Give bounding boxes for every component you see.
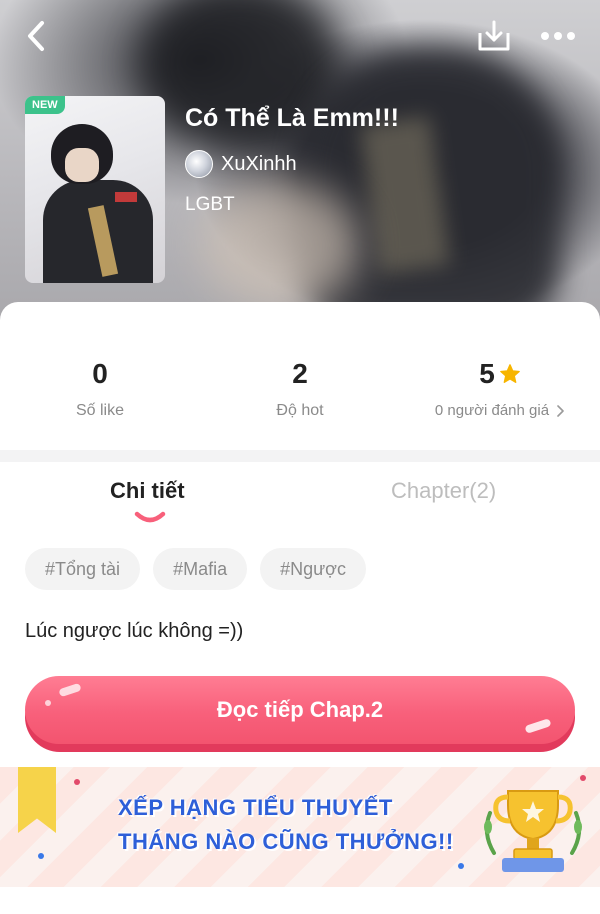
- promo-line-1: XẾP HẠNG TIỂU THUYẾT: [118, 795, 393, 820]
- star-icon: [499, 364, 520, 383]
- button-gloss: [58, 682, 82, 698]
- continue-reading-label: Đọc tiếp Chap.2: [216, 697, 384, 722]
- confetti-decoration: [458, 863, 464, 869]
- stat-rating[interactable]: 5 0 người đánh giá: [380, 358, 600, 420]
- promo-line-2: THÁNG NÀO CŨNG THƯỞNG!!: [118, 829, 454, 854]
- bookmark-ribbon-icon: [18, 767, 56, 833]
- stat-hot: 2 Độ hot: [200, 358, 400, 420]
- tab-details[interactable]: Chi tiết: [110, 478, 185, 504]
- active-tab-indicator: [134, 511, 166, 523]
- hot-label: Độ hot: [276, 402, 324, 419]
- confetti-decoration: [580, 775, 586, 781]
- stat-likes: 0 Số like: [0, 358, 200, 420]
- story-header: NEW Có Thể Là Emm!!! XuXinhh LGBT: [0, 0, 600, 330]
- cover-figure: [115, 192, 137, 202]
- likes-value: 0: [92, 358, 108, 389]
- download-icon: [478, 20, 510, 51]
- tag-chip[interactable]: #Ngược: [260, 548, 366, 590]
- story-title: Có Thể Là Emm!!!: [185, 104, 399, 132]
- confetti-decoration: [74, 779, 80, 785]
- rating-label-row: 0 người đánh giá: [435, 402, 565, 419]
- rating-value-row: 5: [479, 358, 521, 390]
- chevron-left-icon: [28, 21, 44, 51]
- tag-chip[interactable]: #Mafia: [153, 548, 248, 590]
- tag-chip[interactable]: #Tổng tài: [25, 548, 141, 590]
- chevron-right-icon: [557, 404, 564, 417]
- promo-text: XẾP HẠNG TIỂU THUYẾT THÁNG NÀO CŨNG THƯỞ…: [118, 791, 454, 859]
- tab-chapters[interactable]: Chapter(2): [391, 478, 496, 504]
- back-button[interactable]: [16, 18, 56, 54]
- likes-label: Số like: [75, 402, 125, 419]
- button-gloss: [524, 718, 552, 734]
- rating-label: 0 người đánh giá: [434, 402, 550, 419]
- story-description: Lúc ngược lúc không =)): [25, 620, 244, 642]
- cover-figure: [65, 148, 99, 182]
- author-name: XuXinhh: [221, 152, 297, 175]
- story-cover: [25, 96, 165, 283]
- section-divider: [0, 450, 600, 462]
- confetti-decoration: [38, 853, 44, 859]
- genre-label[interactable]: LGBT: [185, 194, 235, 216]
- stats-card: 0 Số like 2 Độ hot 5 0 người đánh giá: [0, 302, 600, 452]
- hot-value: 2: [292, 358, 308, 389]
- avatar: [185, 150, 213, 178]
- rating-value: 5: [479, 358, 495, 389]
- continue-reading-button[interactable]: Đọc tiếp Chap.2: [25, 676, 575, 744]
- tag-list: #Tổng tài #Mafia #Ngược: [25, 548, 366, 590]
- new-badge: NEW: [25, 96, 65, 114]
- trophy-icon: [484, 790, 582, 872]
- promo-banner[interactable]: XẾP HẠNG TIỂU THUYẾT THÁNG NÀO CŨNG THƯỞ…: [0, 767, 600, 887]
- author-link[interactable]: XuXinhh: [185, 150, 297, 178]
- download-button[interactable]: [474, 18, 514, 54]
- more-horizontal-icon: [541, 32, 575, 40]
- more-button[interactable]: [536, 18, 580, 54]
- button-gloss: [45, 700, 51, 706]
